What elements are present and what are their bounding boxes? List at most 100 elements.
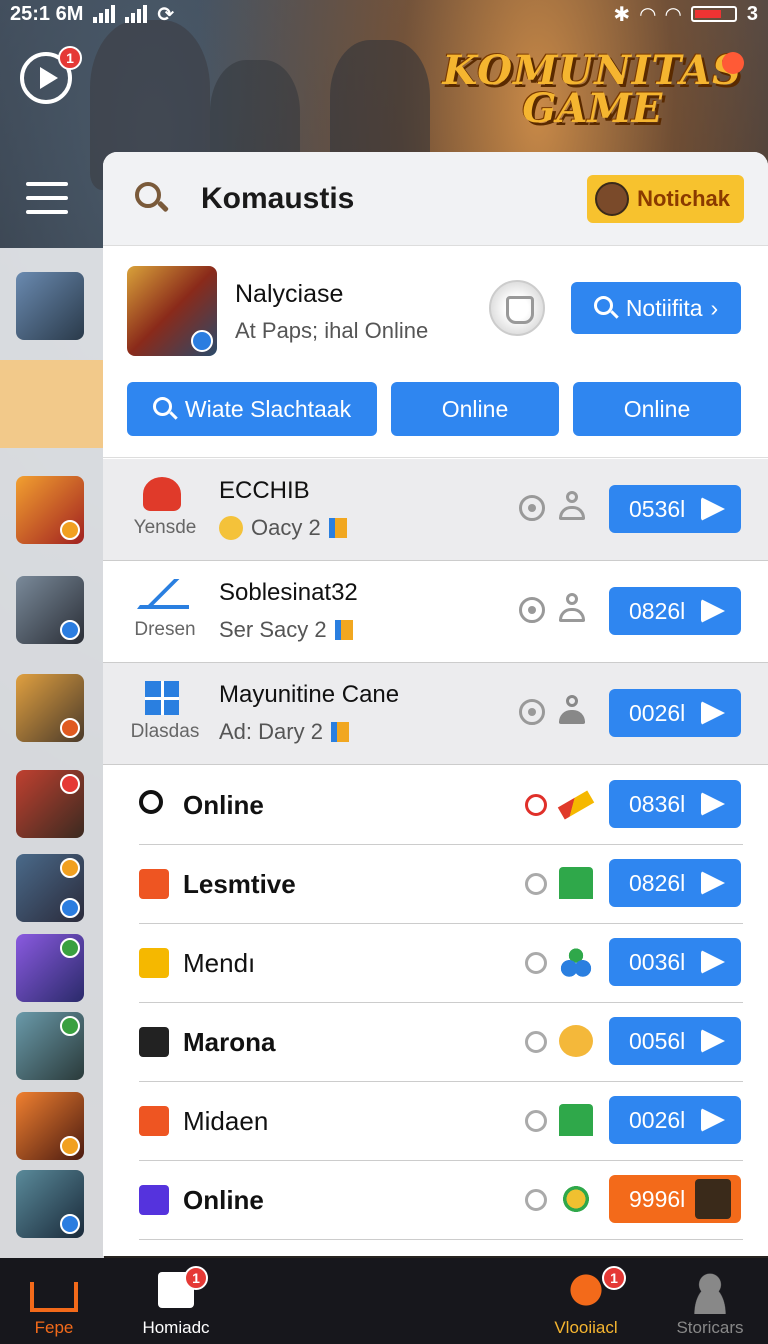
friend-sub: Oacy 2 <box>219 515 347 541</box>
creature-icon <box>559 1183 593 1215</box>
person-icon[interactable] <box>559 695 585 725</box>
game-row[interactable]: Midaen 0026l <box>139 1082 743 1161</box>
game-row[interactable]: Marona 0056l <box>139 1003 743 1082</box>
play-button[interactable]: 1 <box>20 46 82 104</box>
game-name: Mendı <box>183 948 256 978</box>
nav-label: Fepe <box>34 1318 74 1337</box>
status-icon <box>525 1110 547 1132</box>
friend-sub: Ad: Dary 2 <box>219 719 349 745</box>
rail-game-3[interactable] <box>16 476 84 544</box>
game-row[interactable]: Online 0836l <box>139 766 743 845</box>
friend-label: Yensde <box>133 517 197 538</box>
game-name: Lesmtive <box>183 869 296 899</box>
count-button[interactable]: 9996l <box>609 1175 741 1223</box>
send-icon <box>701 701 725 725</box>
friend-label: Dresen <box>134 619 196 640</box>
status-icon[interactable] <box>519 495 545 521</box>
notification-button[interactable]: Notichak <box>587 174 744 223</box>
molecule-icon <box>559 946 593 978</box>
brand-logo: KOMUNITAS GAME <box>442 47 742 132</box>
nav-vlooiiacl[interactable]: 1 Vlooiiacl <box>526 1258 646 1344</box>
battery-level: 3 <box>746 2 758 25</box>
wifi-icon: ◠ <box>665 3 681 26</box>
notification-badge: 1 <box>58 46 82 70</box>
search-icon <box>139 790 163 814</box>
status-icon <box>60 1214 80 1234</box>
friend-row[interactable]: Yensde ECCHIB Oacy 2 0536l <box>103 459 768 561</box>
rail-game-4[interactable] <box>16 576 84 644</box>
gift-icon <box>334 620 353 640</box>
play-icon <box>139 1185 169 1215</box>
status-icon <box>60 938 80 958</box>
count-button[interactable]: 0026l <box>609 1096 741 1144</box>
rail-game-5[interactable] <box>16 674 84 742</box>
rail-game-1[interactable] <box>16 272 84 340</box>
nav-home[interactable]: Fepe <box>0 1258 114 1344</box>
friend-name: ECCHIB <box>219 477 310 504</box>
count-button[interactable]: 0536l <box>609 485 741 533</box>
profile-status: At Paps; ihal Online <box>235 318 429 343</box>
status-icon <box>525 1189 547 1211</box>
count-button[interactable]: 0826l <box>609 587 741 635</box>
smile-icon <box>559 1025 593 1057</box>
rail-game-6[interactable] <box>16 770 84 838</box>
alert-dot <box>722 52 744 74</box>
play-icon <box>139 948 169 978</box>
nav-storicars[interactable]: Storicars <box>650 1258 768 1344</box>
rail-game-11[interactable] <box>16 1170 84 1238</box>
online-button[interactable]: Online <box>573 382 741 436</box>
send-icon <box>701 599 725 623</box>
search-icon <box>152 397 178 421</box>
action-label: Wiate Slachtaak <box>184 395 352 422</box>
shield-icon[interactable] <box>489 280 545 336</box>
search-header: Komaustis Notichak <box>103 152 768 246</box>
profile-name: Nalyciase <box>235 280 344 308</box>
notify-button[interactable]: Notiifita › <box>571 282 741 334</box>
rail-game-10[interactable] <box>16 1092 84 1160</box>
play-icon <box>139 869 169 899</box>
nav-label: Homiadc <box>142 1318 210 1337</box>
count-button[interactable]: 0036l <box>609 938 741 986</box>
friend-name: Mayunitine Cane <box>219 681 400 708</box>
status-icon[interactable] <box>519 597 545 623</box>
menu-icon[interactable] <box>26 182 68 224</box>
search-icon[interactable] <box>135 181 170 216</box>
person-icon[interactable] <box>559 491 585 521</box>
game-row[interactable]: Lesmtive 0826l <box>139 845 743 924</box>
avatar[interactable] <box>127 266 217 356</box>
friend-label: Dlasdas <box>130 721 200 742</box>
nav-label: Vlooiiacl <box>554 1318 618 1337</box>
sync-icon: ⟳ <box>157 3 175 26</box>
status-icon <box>60 774 80 794</box>
game-row[interactable]: Online 9996l <box>139 1161 743 1240</box>
verified-icon <box>191 330 213 352</box>
count-button[interactable]: 0056l <box>609 1017 741 1065</box>
online-button[interactable]: Online <box>391 382 559 436</box>
notify-label: Notiifita <box>625 294 703 321</box>
action-label: Online <box>623 395 691 422</box>
rail-game-8[interactable] <box>16 934 84 1002</box>
avatar <box>695 1179 731 1219</box>
status-icon <box>60 1136 80 1156</box>
status-icon[interactable] <box>519 699 545 725</box>
count-button[interactable]: 0826l <box>609 859 741 907</box>
rail-game-9[interactable] <box>16 1012 84 1080</box>
send-icon <box>701 1029 725 1053</box>
status-icon <box>525 1031 547 1053</box>
game-row[interactable]: Mendı 0036l <box>139 924 743 1003</box>
nav-homiadc[interactable]: 1 Homiadc <box>116 1258 236 1344</box>
chevron-right-icon: › <box>710 294 719 321</box>
sail-logo-icon <box>137 579 189 609</box>
count-button[interactable]: 0026l <box>609 689 741 737</box>
gift-icon <box>328 518 347 538</box>
status-bar: 25:1 6M ⟳ ✱ ◠ ◠ 3 <box>0 0 768 28</box>
action-label: Online <box>441 395 509 422</box>
hammer-icon <box>557 790 595 820</box>
friend-row[interactable]: Dlasdas Mayunitine Cane Ad: Dary 2 0026l <box>103 663 768 765</box>
send-icon <box>701 950 725 974</box>
search-action-button[interactable]: Wiate Slachtaak <box>127 382 377 436</box>
person-icon[interactable] <box>559 593 585 623</box>
friend-row[interactable]: Dresen Soblesinat32 Ser Sacy 2 0826l <box>103 561 768 663</box>
count-button[interactable]: 0836l <box>609 780 741 828</box>
rail-game-7[interactable] <box>16 854 84 922</box>
